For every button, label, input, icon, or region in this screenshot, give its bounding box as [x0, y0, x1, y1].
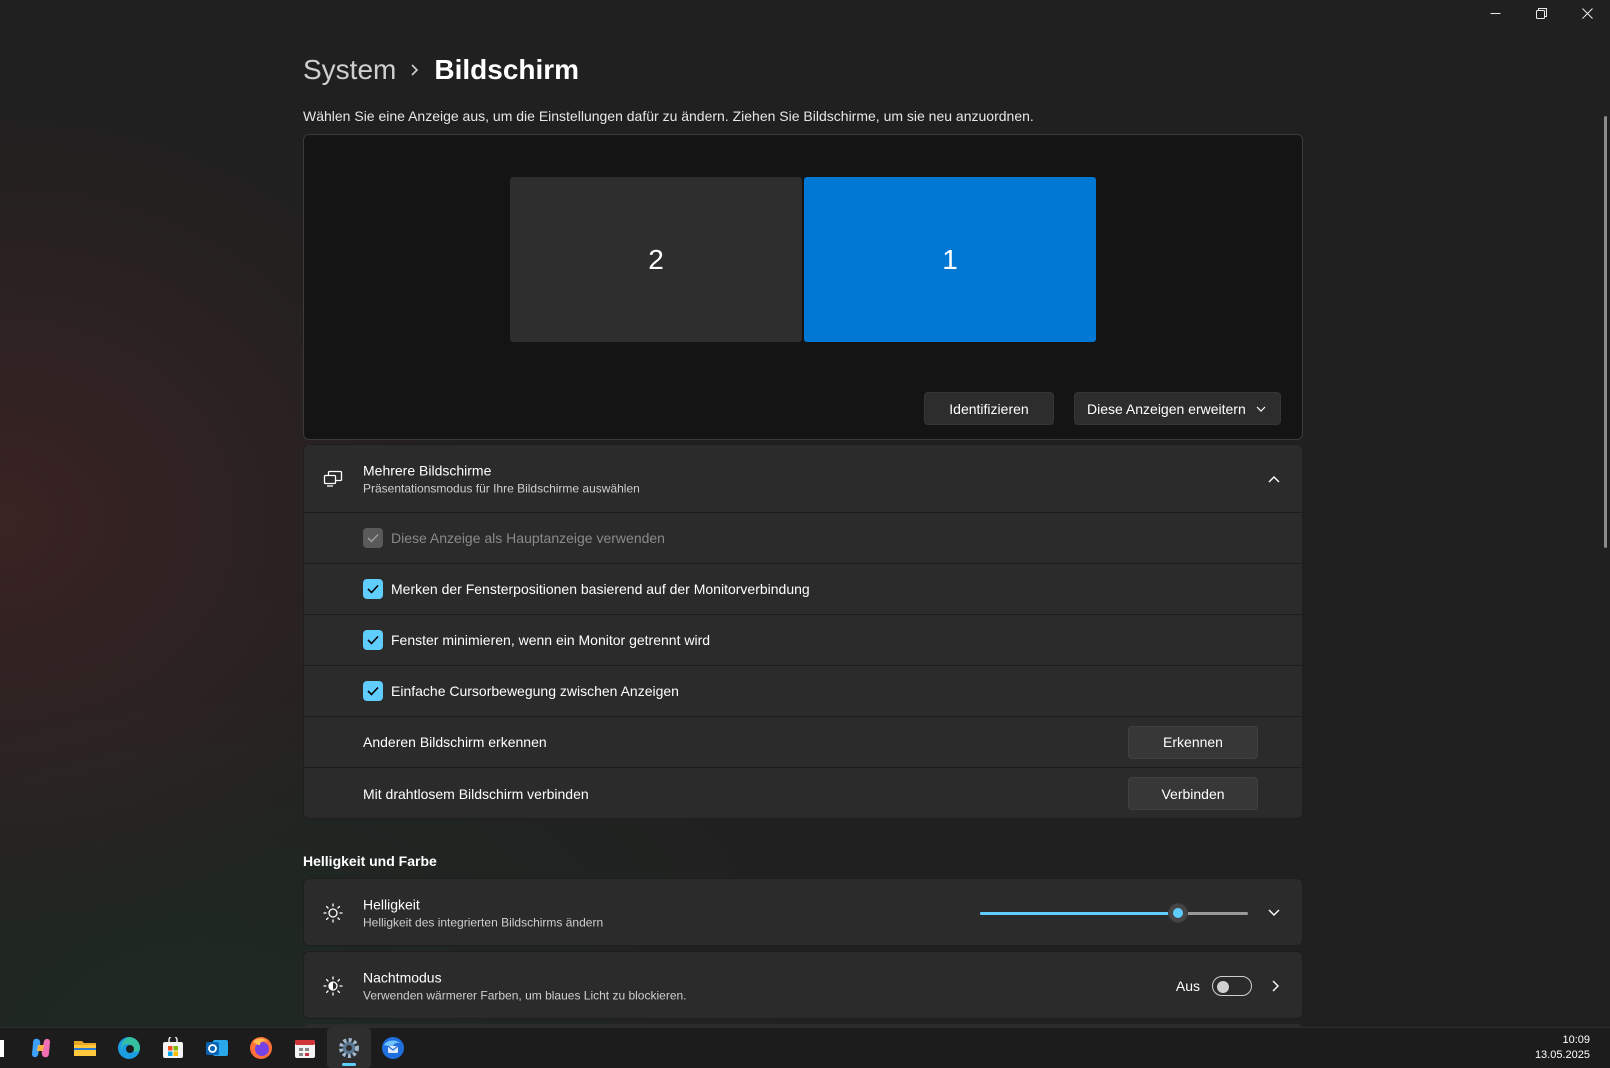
store-icon [163, 1037, 183, 1058]
taskbar-thunderbird[interactable] [371, 1028, 415, 1068]
toggle-knob [1217, 981, 1229, 993]
multiple-displays-icon [322, 468, 344, 490]
taskbar-outlook[interactable] [195, 1028, 239, 1068]
chevron-right-icon[interactable] [1272, 980, 1280, 992]
multiple-displays-title: Mehrere Bildschirme [363, 462, 492, 478]
checkmark-icon [367, 533, 379, 543]
clock-date: 13.05.2025 [1534, 1049, 1590, 1061]
main-display-checkbox [363, 528, 383, 548]
taskbar: 10:09 13.05.2025 [0, 1027, 1610, 1068]
page-scrollbar[interactable] [1604, 116, 1607, 548]
minimize-icon [1490, 12, 1500, 14]
night-mode-title: Nachtmodus [363, 969, 442, 986]
remember-positions-label[interactable]: Merken der Fensterpositionen basierend a… [391, 581, 810, 597]
night-mode-toggle[interactable] [1212, 976, 1252, 996]
main-display-label: Diese Anzeige als Hauptanzeige verwenden [391, 530, 665, 546]
option-remember-positions-row: Merken der Fensterpositionen basierend a… [304, 564, 1302, 615]
page-title: Bildschirm [434, 54, 580, 85]
multiple-displays-card: Mehrere Bildschirme Präsentationsmodus f… [303, 444, 1303, 819]
taskbar-store[interactable] [151, 1028, 195, 1068]
file-explorer-icon [74, 1041, 96, 1056]
minimize-windows-label[interactable]: Fenster minimieren, wenn ein Monitor get… [391, 632, 710, 648]
taskbar-copilot[interactable] [19, 1028, 63, 1068]
brightness-slider-fill [980, 912, 1179, 915]
close-icon [1581, 7, 1593, 19]
option-minimize-windows-row: Fenster minimieren, wenn ein Monitor get… [304, 615, 1302, 666]
thunderbird-icon [382, 1037, 404, 1059]
identify-button[interactable]: Identifizieren [924, 392, 1054, 425]
brightness-title: Helligkeit [363, 896, 420, 913]
window-controls [1472, 0, 1610, 26]
taskbar-settings[interactable] [327, 1028, 371, 1068]
minimize-button[interactable] [1472, 0, 1518, 26]
multiple-displays-header[interactable]: Mehrere Bildschirme Präsentationsmodus f… [304, 445, 1302, 513]
remember-positions-checkbox[interactable] [363, 579, 383, 599]
chevron-up-icon[interactable] [1268, 475, 1280, 483]
detect-display-row: Anderen Bildschirm erkennen Erkennen [304, 717, 1302, 768]
brightness-subtitle: Helligkeit des integrierten Bildschirms … [363, 915, 604, 930]
night-mode-header: Nachtmodus Verwenden wärmerer Farben, um… [304, 952, 1302, 1020]
monitor-tile-2[interactable]: 2 [510, 177, 802, 342]
display-instructions: Wählen Sie eine Anzeige aus, um die Eins… [303, 108, 1034, 124]
taskbar-calendar-app[interactable] [283, 1028, 327, 1068]
wireless-display-row: Mit drahtlosem Bildschirm verbinden Verb… [304, 768, 1302, 818]
detect-display-label: Anderen Bildschirm erkennen [363, 734, 547, 750]
display-mode-value: Diese Anzeigen erweitern [1087, 400, 1246, 417]
monitor-arrangement-area: 2 1 Identifizieren Diese Anzeigen erweit… [303, 134, 1303, 440]
chevron-down-icon [1256, 406, 1266, 412]
close-button[interactable] [1564, 0, 1610, 26]
brightness-card: Helligkeit Helligkeit des integrierten B… [303, 878, 1303, 946]
restore-icon [1535, 7, 1547, 19]
breadcrumb: System Bildschirm [303, 54, 579, 86]
brightness-header: Helligkeit Helligkeit des integrierten B… [304, 879, 1302, 947]
connect-button[interactable]: Verbinden [1128, 777, 1258, 810]
monitor-tile-1[interactable]: 1 [804, 177, 1096, 342]
calendar-app-icon [295, 1040, 315, 1058]
minimize-windows-checkbox[interactable] [363, 630, 383, 650]
firefox-icon [250, 1037, 272, 1059]
wireless-display-label: Mit drahtlosem Bildschirm verbinden [363, 785, 589, 802]
taskbar-apps [19, 1028, 415, 1068]
easy-cursor-label[interactable]: Einfache Cursorbewegung zwischen Anzeige… [391, 683, 679, 699]
restore-button[interactable] [1518, 0, 1564, 26]
edge-icon [118, 1037, 140, 1059]
chevron-right-icon [410, 63, 420, 77]
checkmark-icon [367, 635, 379, 645]
brightness-slider-thumb[interactable] [1168, 903, 1189, 923]
outlook-icon [206, 1040, 228, 1056]
easy-cursor-checkbox[interactable] [363, 681, 383, 701]
start-edge-indicator [0, 1040, 4, 1057]
multiple-displays-subtitle: Präsentationsmodus für Ihre Bildschirme … [363, 481, 640, 495]
option-easy-cursor-row: Einfache Cursorbewegung zwischen Anzeige… [304, 666, 1302, 717]
section-title-brightness-color: Helligkeit und Farbe [303, 853, 437, 869]
settings-icon [339, 1038, 359, 1058]
option-main-display-row: Diese Anzeige als Hauptanzeige verwenden [304, 513, 1302, 564]
detect-button[interactable]: Erkennen [1128, 725, 1258, 759]
display-mode-dropdown[interactable]: Diese Anzeigen erweitern [1074, 392, 1281, 425]
checkmark-icon [367, 686, 379, 696]
breadcrumb-system-link[interactable]: System [303, 54, 396, 86]
taskbar-file-explorer[interactable] [63, 1028, 107, 1068]
checkmark-icon [367, 584, 379, 594]
night-mode-card[interactable]: Nachtmodus Verwenden wärmerer Farben, um… [303, 951, 1303, 1019]
brightness-slider[interactable] [980, 902, 1248, 924]
taskbar-clock[interactable]: 10:09 13.05.2025 [1535, 1033, 1590, 1063]
taskbar-firefox[interactable] [239, 1028, 283, 1068]
taskbar-edge[interactable] [107, 1028, 151, 1068]
night-mode-subtitle: Verwenden wärmerer Farben, um blaues Lic… [363, 988, 687, 1003]
night-mode-icon [322, 975, 344, 997]
night-mode-state: Aus [1175, 978, 1200, 994]
copilot-icon [32, 1038, 50, 1058]
brightness-icon [322, 902, 344, 924]
clock-time: 10:09 [1562, 1034, 1590, 1046]
chevron-down-icon[interactable] [1268, 909, 1280, 917]
